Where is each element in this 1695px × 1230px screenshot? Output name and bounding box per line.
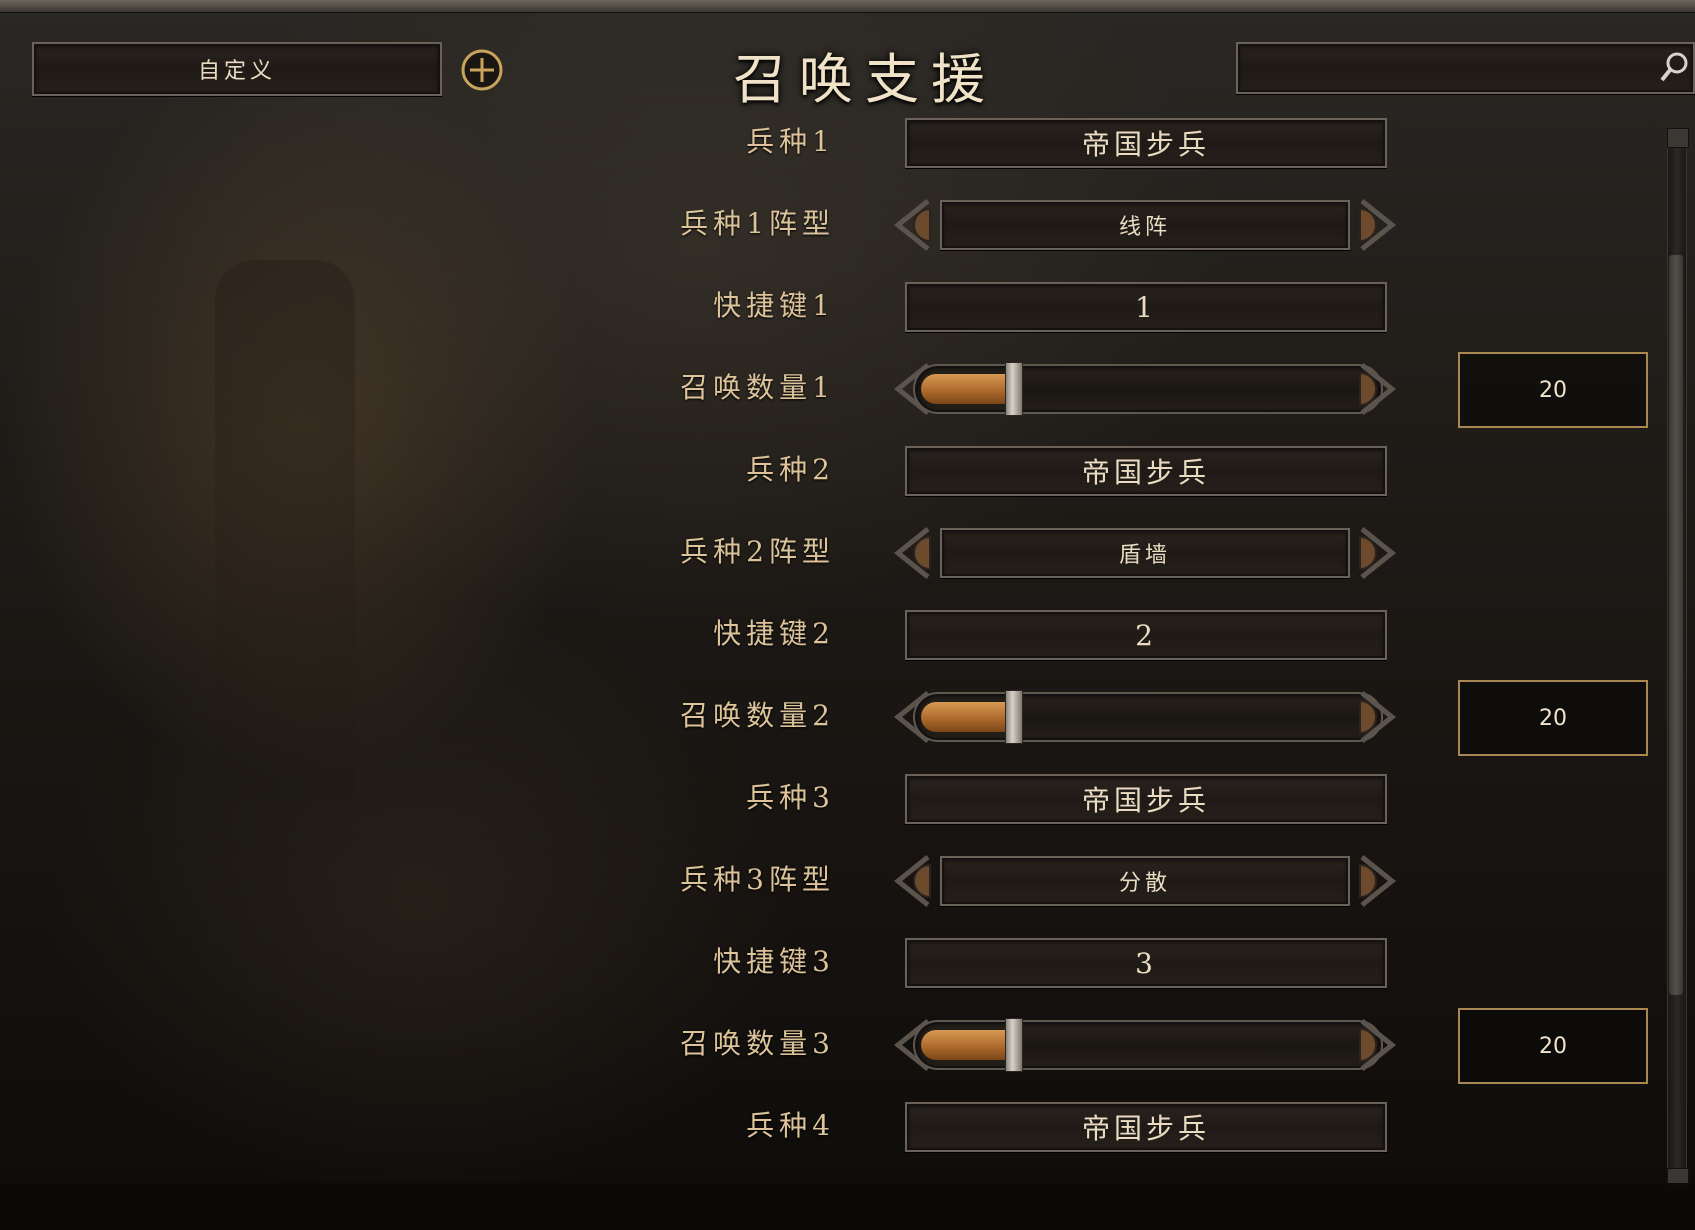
setting-label: 兵种3 [746,781,835,814]
preset-label: 自定义 [197,59,276,84]
hotkey-value: 2 [1135,618,1157,652]
slider-fill [921,702,1013,732]
summon-count-slider[interactable] [913,1018,1383,1072]
summon-count-input[interactable]: 20 [1458,1008,1648,1084]
summon-count-input[interactable]: 20 [1458,352,1648,428]
formation-next-arrow-icon[interactable] [1350,197,1406,253]
search-input[interactable] [1236,42,1695,94]
hotkey-field[interactable]: 2 [905,610,1387,660]
slider-fill [921,1030,1013,1060]
window-top-border [0,0,1695,13]
unit-type-select[interactable]: 帝国步兵 [905,774,1387,824]
summon-count-slider[interactable] [913,690,1383,744]
add-preset-icon[interactable] [460,48,504,92]
setting-label: 快捷键3 [713,945,835,978]
setting-label: 兵种1 [746,125,835,158]
unit-type-value: 帝国步兵 [1081,456,1210,489]
unit-type-value: 帝国步兵 [1081,784,1210,817]
formation-next-arrow-icon[interactable] [1350,853,1406,909]
hotkey-value: 3 [1135,946,1157,980]
setting-label: 兵种1阵型 [680,207,835,240]
slider-handle[interactable] [1005,690,1023,744]
unit-type-select[interactable]: 帝国步兵 [905,446,1387,496]
preset-dropdown[interactable]: 自定义 [32,42,442,96]
page-title: 召唤支援 [733,48,997,111]
formation-value: 线阵 [1118,215,1171,240]
setting-label: 召唤数量1 [680,371,835,404]
hotkey-field[interactable]: 3 [905,938,1387,988]
formation-value: 分散 [1118,871,1171,896]
formation-value-box: 线阵 [940,200,1350,250]
summon-count-input[interactable]: 20 [1458,680,1648,756]
slider-right-cap-icon [1350,361,1406,417]
slider-handle[interactable] [1005,362,1023,416]
background-castle-silhouette [215,260,355,800]
scrollbar-thumb[interactable] [1669,255,1683,995]
setting-label: 兵种4 [746,1109,835,1142]
unit-type-select[interactable]: 帝国步兵 [905,118,1387,168]
setting-label: 召唤数量2 [680,699,835,732]
slider-fill [921,374,1013,404]
setting-label: 召唤数量3 [680,1027,835,1060]
setting-label: 快捷键2 [713,617,835,650]
setting-label: 兵种3阵型 [680,863,835,896]
hotkey-field[interactable]: 1 [905,282,1387,332]
list-bottom-fade [0,1183,1695,1230]
scrollbar-top-cap[interactable] [1667,128,1689,148]
unit-type-value: 帝国步兵 [1081,1112,1210,1145]
summon-count-value: 20 [1539,1033,1567,1059]
search-icon[interactable] [1660,50,1690,84]
unit-type-select[interactable]: 帝国步兵 [905,1102,1387,1152]
unit-type-value: 帝国步兵 [1081,128,1210,161]
slider-right-cap-icon [1350,689,1406,745]
setting-label: 兵种2阵型 [680,535,835,568]
summon-count-value: 20 [1539,377,1567,403]
setting-label: 快捷键1 [713,289,835,322]
hotkey-value: 1 [1135,290,1157,324]
formation-prev-arrow-icon[interactable] [884,525,940,581]
formation-prev-arrow-icon[interactable] [884,197,940,253]
summon-count-value: 20 [1539,705,1567,731]
summon-count-slider[interactable] [913,362,1383,416]
formation-value-box: 盾墙 [940,528,1350,578]
formation-prev-arrow-icon[interactable] [884,853,940,909]
formation-value-box: 分散 [940,856,1350,906]
formation-next-arrow-icon[interactable] [1350,525,1406,581]
setting-label: 兵种2 [746,453,835,486]
slider-handle[interactable] [1005,1018,1023,1072]
slider-right-cap-icon [1350,1017,1406,1073]
formation-value: 盾墙 [1118,543,1171,568]
